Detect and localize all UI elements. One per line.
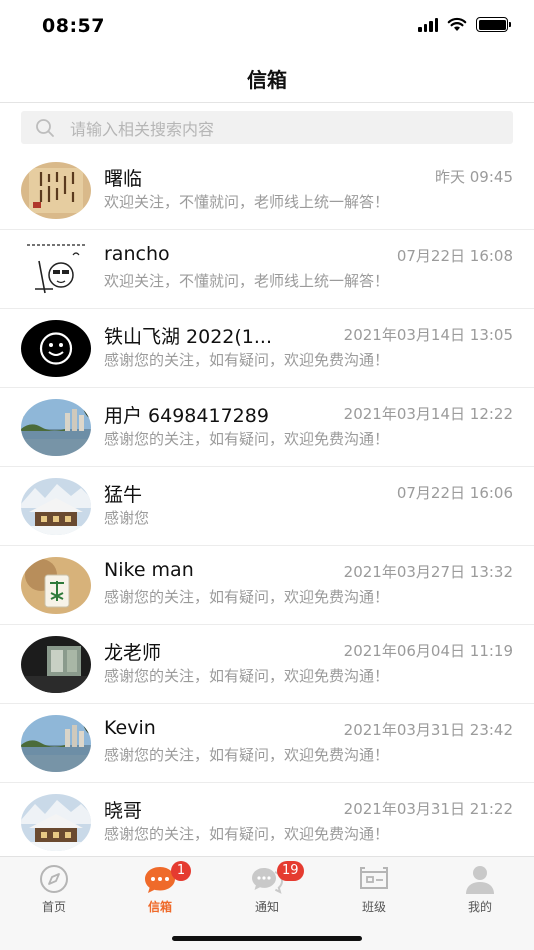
- battery-icon: [476, 17, 511, 32]
- list-item[interactable]: rancho 07月22日 16:08 欢迎关注，不懂就问，老师线上统一解答！: [0, 230, 534, 309]
- lake-landscape-avatar: [21, 715, 91, 772]
- nav-bar: 信箱: [0, 52, 534, 103]
- lake-landscape-avatar: [21, 399, 91, 456]
- message-time: 2021年03月31日 21:22: [343, 800, 513, 818]
- message-time: 昨天 09:45: [435, 168, 513, 186]
- message-preview: 感谢您的关注，如有疑问，欢迎免费沟通！: [104, 825, 390, 843]
- tab-inbox[interactable]: 1 信箱: [120, 861, 200, 917]
- dark-window-avatar: [21, 636, 91, 693]
- status-icons: [418, 17, 511, 32]
- message-time: 07月22日 16:06: [396, 484, 513, 502]
- list-item[interactable]: Kevin 2021年03月31日 23:42 感谢您的关注，如有疑问，欢迎免费…: [0, 704, 534, 783]
- list-item[interactable]: 铁山飞湖 2022(1... 2021年03月14日 13:05 感谢您的关注，…: [0, 309, 534, 388]
- list-item[interactable]: 龙老师 2021年06月04日 11:19 感谢您的关注，如有疑问，欢迎免费沟通…: [0, 625, 534, 704]
- message-preview: 感谢您的关注，如有疑问，欢迎免费沟通！: [104, 588, 390, 606]
- tab-label: 信箱: [147, 900, 172, 914]
- message-preview: 感谢您的关注，如有疑问，欢迎免费沟通！: [104, 430, 390, 448]
- cartoon-sketch-avatar: [21, 241, 91, 298]
- list-item[interactable]: 晓哥 2021年03月31日 21:22 感谢您的关注，如有疑问，欢迎免费沟通！: [0, 783, 534, 856]
- search-input[interactable]: 请输入相关搜索内容: [21, 111, 513, 144]
- notification-count-badge: 19: [277, 861, 304, 881]
- message-preview: 感谢您的关注，如有疑问，欢迎免费沟通！: [104, 746, 390, 764]
- search-icon: [36, 118, 54, 137]
- user-icon: [466, 866, 494, 894]
- compass-icon: [40, 865, 68, 893]
- message-list[interactable]: 曙临 昨天 09:45 欢迎关注，不懂就问，老师线上统一解答！ rancho 0…: [0, 151, 534, 856]
- contact-name: 猛牛: [104, 484, 143, 506]
- status-time: 08:57: [42, 15, 105, 37]
- tab-me[interactable]: 我的: [440, 861, 520, 917]
- message-time: 2021年03月14日 13:05: [343, 326, 513, 344]
- message-time: 2021年03月31日 23:42: [343, 721, 513, 739]
- contact-name: 龙老师: [104, 642, 162, 664]
- message-preview: 感谢您的关注，如有疑问，欢迎免费沟通！: [104, 351, 390, 369]
- unread-badge: 1: [171, 861, 191, 881]
- signal-icon: [418, 17, 438, 32]
- contact-name: 铁山飞湖 2022(1...: [104, 326, 273, 348]
- contact-name: 晓哥: [104, 800, 143, 822]
- tab-home[interactable]: 首页: [14, 861, 94, 917]
- contact-name: 曙临: [104, 168, 143, 190]
- mahjong-tile-avatar: [21, 557, 91, 614]
- wifi-icon: [447, 17, 467, 31]
- class-board-icon: [360, 867, 388, 889]
- snow-chalet-avatar: [21, 794, 91, 851]
- message-preview: 感谢您: [104, 509, 150, 527]
- list-item[interactable]: 用户 6498417289 2021年03月14日 12:22 感谢您的关注，如…: [0, 388, 534, 467]
- contact-name: Kevin: [104, 717, 156, 739]
- list-item[interactable]: 曙临 昨天 09:45 欢迎关注，不懂就问，老师线上统一解答！: [0, 151, 534, 230]
- message-preview: 欢迎关注，不懂就问，老师线上统一解答！: [104, 272, 390, 290]
- contact-name: 用户 6498417289: [104, 405, 269, 427]
- list-item[interactable]: 猛牛 07月22日 16:06 感谢您: [0, 467, 534, 546]
- message-time: 2021年03月27日 13:32: [343, 563, 513, 581]
- tab-label: 我的: [467, 900, 492, 914]
- tab-notifications[interactable]: 19 通知: [227, 861, 307, 917]
- snow-chalet-avatar: [21, 478, 91, 535]
- message-time: 2021年03月14日 12:22: [343, 405, 513, 423]
- search-placeholder: 请输入相关搜索内容: [70, 119, 215, 139]
- smiley-avatar: [21, 320, 91, 377]
- contact-name: Nike man: [104, 559, 194, 581]
- tab-class[interactable]: 班级: [334, 861, 414, 917]
- list-item[interactable]: Nike man 2021年03月27日 13:32 感谢您的关注，如有疑问，欢…: [0, 546, 534, 625]
- message-preview: 感谢您的关注，如有疑问，欢迎免费沟通！: [104, 667, 390, 685]
- tab-label: 通知: [254, 900, 279, 914]
- home-indicator: [172, 936, 362, 941]
- page-title: 信箱: [247, 68, 287, 92]
- contact-name: rancho: [104, 243, 170, 265]
- message-time: 2021年06月04日 11:19: [343, 642, 513, 660]
- calligraphy-avatar: [21, 162, 91, 219]
- tab-label: 首页: [41, 900, 66, 914]
- status-bar: 08:57: [0, 0, 534, 52]
- message-preview: 欢迎关注，不懂就问，老师线上统一解答！: [104, 193, 390, 211]
- tab-bar: 首页 1 信箱 19 通知 班级 我的: [0, 856, 534, 950]
- tab-label: 班级: [361, 900, 386, 914]
- message-time: 07月22日 16:08: [396, 247, 513, 265]
